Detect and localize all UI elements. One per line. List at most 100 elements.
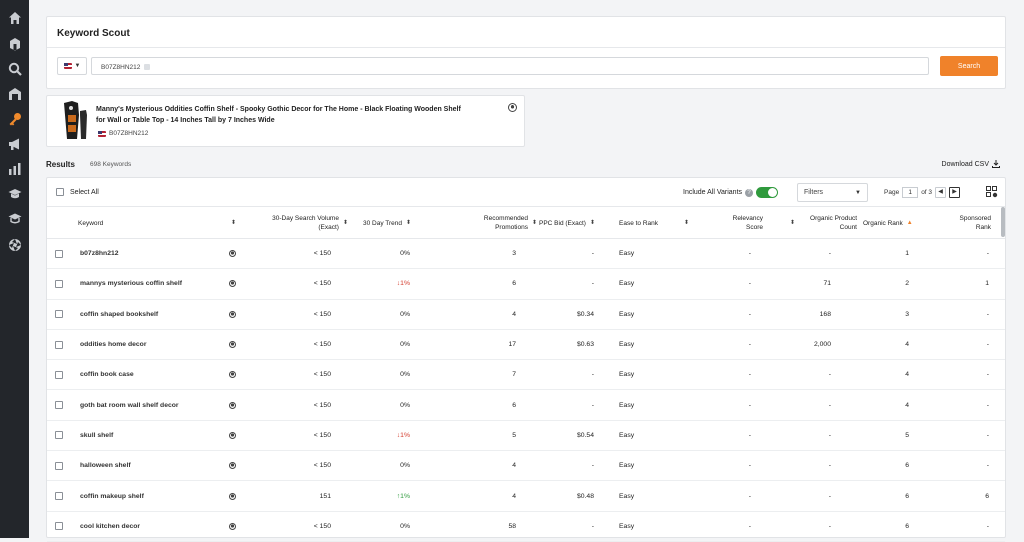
next-page-icon[interactable]: ▶ [949,187,961,198]
column-organic-rank[interactable]: Organic Rank ▲ [863,207,927,239]
sidebar-item-graduation-cap[interactable] [3,184,26,204]
select-all-checkbox[interactable] [56,188,64,196]
cell-search-volume: < 150 [313,401,331,409]
chip-remove-icon[interactable] [144,64,151,70]
help-icon[interactable]: ? [745,188,754,197]
row-checkbox[interactable] [55,492,63,501]
product-title[interactable]: Manny's Mysterious Oddities Coffin Shelf… [96,104,466,126]
table-row[interactable]: skull shelf < 150 ↓ 1% 5 $0.54 Easy - - 5 - [47,421,1005,452]
sidebar-item-package[interactable] [3,34,26,54]
row-checkbox[interactable] [55,340,63,349]
cell-keyword[interactable]: coffin book case [80,360,190,389]
amazon-search-icon[interactable] [229,371,236,379]
cell-keyword[interactable]: b07z8hn212 [80,239,190,268]
table-row[interactable]: cool kitchen decor < 150 0% 58 - Easy - - 6 - [47,512,1005,542]
table-row[interactable]: goth bat room wall shelf decor < 150 0% 6 - E… [47,391,1005,421]
sidebar-item-megaphone[interactable] [3,134,26,154]
column-organic-count[interactable]: ⬍ Organic Product Count [771,207,857,239]
scrollbar[interactable] [1001,207,1005,237]
table-row[interactable]: coffin makeup shelf 151 ↑ 1% 4 $0.48 Easy - - 6 6 [47,481,1005,512]
sort-icon[interactable]: ⬍ [590,219,595,228]
sort-icon[interactable]: ⬍ [532,219,537,228]
column-keyword[interactable]: Keyword ⬍ [78,207,236,239]
sidebar-item-key[interactable] [3,109,26,129]
row-checkbox[interactable] [55,461,63,470]
sort-icon[interactable]: ⬍ [684,219,689,228]
sort-asc-icon[interactable]: ▲ [907,219,913,228]
amazon-search-icon[interactable] [229,462,236,470]
amazon-search-icon[interactable] [229,431,236,439]
cell-organic-rank: 4 [905,371,909,379]
cell-promotions: 6 [512,280,516,288]
table-row[interactable]: coffin book case < 150 0% 7 - Easy - - 4 - [47,360,1005,391]
table-row[interactable]: b07z8hn212 < 150 0% 3 - Easy - - 1 - [47,239,1005,270]
row-checkbox[interactable] [55,370,63,379]
cell-search-volume: < 150 [313,431,331,439]
search-input[interactable]: B07Z8HN212 [91,57,929,75]
column-ppc[interactable]: PPC Bid (Exact) ⬍ [539,207,609,239]
amazon-search-icon[interactable] [229,522,236,530]
column-sponsored-rank[interactable]: Sponsored Rank [935,207,991,239]
table-row[interactable]: mannys mysterious coffin shelf < 150 ↓ 1% 6 -… [47,269,1005,300]
table-row[interactable]: halloween shelf < 150 0% 4 - Easy - - 6 - [47,451,1005,482]
trend-value: 1% [400,280,410,288]
row-checkbox[interactable] [55,401,63,410]
sort-icon[interactable]: ⬍ [343,219,348,228]
cell-keyword[interactable]: oddities home decor [80,330,190,359]
cell-relevancy: - [748,341,751,349]
amazon-link-icon[interactable] [508,103,517,112]
table-row[interactable]: oddities home decor < 150 0% 17 $0.63 Easy - 2,… [47,330,1005,361]
sidebar-item-search[interactable] [3,59,26,79]
us-flag-icon [98,130,106,137]
cell-keyword[interactable]: goth bat room wall shelf decor [80,391,190,420]
cell-organic-count: 2,000 [813,341,831,349]
cell-ease: Easy [619,522,635,530]
column-promotions[interactable]: Recommended Promotions ⬍ [445,207,537,239]
sidebar-item-home[interactable] [3,8,26,28]
cell-link [229,481,239,510]
column-ease-label: Ease to Rank [619,219,659,227]
amazon-search-icon[interactable] [229,250,236,258]
sidebar-item-warehouse[interactable] [3,84,26,104]
filters-dropdown[interactable]: Filters ▼ [797,183,868,202]
row-checkbox[interactable] [55,522,63,531]
search-button[interactable]: Search [940,56,998,76]
column-settings-icon[interactable] [986,186,998,198]
cell-keyword[interactable]: halloween shelf [80,451,190,480]
cell-keyword[interactable]: coffin shaped bookshelf [80,300,190,329]
amazon-search-icon[interactable] [229,401,236,409]
cell-keyword[interactable]: coffin makeup shelf [80,481,190,510]
table-row[interactable]: coffin shaped bookshelf < 150 0% 4 $0.34 Easy… [47,300,1005,330]
prev-page-icon[interactable]: ◀ [935,187,947,198]
sort-icon[interactable]: ⬍ [790,219,795,228]
amazon-search-icon[interactable] [229,280,236,288]
column-search-volume[interactable]: 30-Day Search Volume (Exact) ⬍ [252,207,348,239]
column-ease[interactable]: Ease to Rank ⬍ [619,207,689,239]
include-variants-toggle[interactable] [756,187,779,198]
amazon-search-icon[interactable] [229,310,236,318]
sidebar-item-aperture[interactable] [3,235,26,255]
row-checkbox[interactable] [55,279,63,288]
row-checkbox[interactable] [55,249,63,258]
download-csv-button[interactable]: Download CSV [942,160,1000,168]
country-select[interactable]: ▼ [57,57,87,75]
row-checkbox[interactable] [55,431,63,440]
sort-icon[interactable]: ⬍ [231,219,236,228]
cell-organic-count: - [828,250,831,258]
column-relevancy[interactable]: Relevancy Score [707,207,763,239]
cell-ppc: - [591,401,594,409]
sidebar-item-academy[interactable] [3,209,26,229]
sidebar-item-bar-chart[interactable] [3,159,26,179]
column-trend[interactable]: 30 Day Trend ⬍ [363,207,431,239]
asin-chip[interactable]: B07Z8HN212 [97,61,154,73]
cell-organic-count: - [828,462,831,470]
row-checkbox[interactable] [55,310,63,319]
cell-keyword[interactable]: mannys mysterious coffin shelf [80,269,190,298]
sort-icon[interactable]: ⬍ [406,219,411,228]
select-all[interactable]: Select All [56,188,99,196]
amazon-search-icon[interactable] [229,492,236,500]
amazon-search-icon[interactable] [229,341,236,349]
page-input[interactable]: 1 [902,187,919,198]
cell-keyword[interactable]: cool kitchen decor [80,512,190,541]
cell-keyword[interactable]: skull shelf [80,421,190,450]
